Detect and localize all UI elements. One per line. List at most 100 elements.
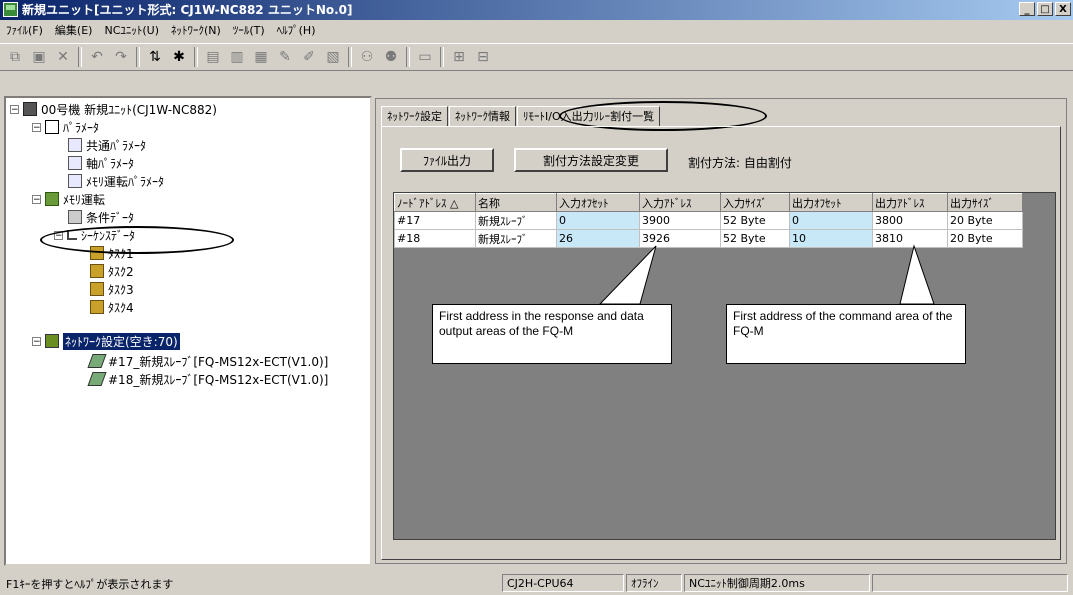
- table-row[interactable]: #18 新規ｽﾚｰﾌﾞ 26 3926 52 Byte 10 3810 20 B…: [394, 229, 1023, 248]
- compare-icon[interactable]: ▦: [252, 48, 270, 66]
- cell-node-address: #18: [394, 229, 476, 248]
- table-row[interactable]: #17 新規ｽﾚｰﾌﾞ 0 3900 52 Byte 0 3800 20 Byt…: [394, 211, 1023, 230]
- col-input-size[interactable]: 入力ｻｲｽﾞ: [720, 193, 790, 212]
- paste-icon[interactable]: ▣: [30, 48, 48, 66]
- cell-name: 新規ｽﾚｰﾌﾞ: [475, 211, 557, 230]
- cell-output-offset[interactable]: 0: [789, 211, 873, 230]
- tree-memory-param[interactable]: ﾒﾓﾘ運転ﾊﾟﾗﾒｰﾀ: [68, 172, 164, 190]
- tree-axis-param[interactable]: 軸ﾊﾟﾗﾒｰﾀ: [68, 154, 134, 172]
- tree-task-label: ﾀｽｸ4: [108, 300, 134, 315]
- slave-icon: [87, 372, 107, 386]
- slave-icon: [87, 354, 107, 368]
- tree-task-3[interactable]: ﾀｽｸ3: [90, 280, 134, 298]
- cell-output-address: 3810: [872, 229, 948, 248]
- upload-icon[interactable]: ▤: [204, 48, 222, 66]
- tree-root-label: 00号機 新規ﾕﾆｯﾄ(CJ1W-NC882): [41, 102, 217, 117]
- collapse-icon[interactable]: −: [32, 194, 41, 204]
- cell-input-size: 52 Byte: [720, 211, 790, 230]
- task-icon: [90, 264, 104, 278]
- network-icon[interactable]: ⊞: [450, 48, 468, 66]
- tree-task-2[interactable]: ﾀｽｸ2: [90, 262, 134, 280]
- maximize-button[interactable]: □: [1037, 2, 1053, 16]
- callout-command-area: First address of the command area of the…: [726, 304, 966, 364]
- delete-icon[interactable]: ✕: [54, 48, 72, 66]
- undo-icon[interactable]: ↶: [88, 48, 106, 66]
- toolbar-separator: [406, 47, 410, 67]
- copy-icon[interactable]: ⧉: [6, 48, 24, 66]
- col-output-size[interactable]: 出力ｻｲｽﾞ: [947, 193, 1023, 212]
- close-button[interactable]: X: [1055, 2, 1071, 16]
- menu-edit[interactable]: 編集(E): [55, 22, 93, 38]
- io-assignment-grid[interactable]: ﾉｰﾄﾞｱﾄﾞﾚｽ △ 名称 入力ｵﾌｾｯﾄ 入力ｱﾄﾞﾚｽ 入力ｻｲｽﾞ 出力…: [393, 192, 1056, 540]
- col-input-offset[interactable]: 入力ｵﾌｾｯﾄ: [556, 193, 640, 212]
- tree-slave-label: #18_新規ｽﾚｰﾌﾞ[FQ-MS12x-ECT(V1.0)]: [108, 372, 329, 387]
- col-name[interactable]: 名称: [475, 193, 557, 212]
- menu-file[interactable]: ﾌｧｲﾙ(F): [6, 22, 43, 38]
- status-cycle: NCﾕﾆｯﾄ制御周期2.0ms: [684, 574, 870, 592]
- read-icon[interactable]: ▧: [324, 48, 342, 66]
- tree-slave-17[interactable]: #17_新規ｽﾚｰﾌﾞ[FQ-MS12x-ECT(V1.0)]: [87, 352, 329, 370]
- menu-network[interactable]: ﾈｯﾄﾜｰｸ(N): [171, 22, 221, 38]
- col-node-address[interactable]: ﾉｰﾄﾞｱﾄﾞﾚｽ △: [394, 193, 476, 212]
- toolbar-separator: [440, 47, 444, 67]
- toolbar-separator: [78, 47, 82, 67]
- cell-node-address: #17: [394, 211, 476, 230]
- transfer-icon[interactable]: ⇅: [146, 48, 164, 66]
- tab-network-info[interactable]: ﾈｯﾄﾜｰｸ情報: [449, 106, 516, 126]
- tree-memory-param-label: ﾒﾓﾘ運転ﾊﾟﾗﾒｰﾀ: [86, 174, 165, 189]
- col-input-address[interactable]: 入力ｱﾄﾞﾚｽ: [639, 193, 721, 212]
- tab-network-settings[interactable]: ﾈｯﾄﾜｰｸ設定: [381, 106, 448, 126]
- tree-cond-data[interactable]: 条件ﾃﾞｰﾀ: [68, 208, 134, 226]
- col-output-offset[interactable]: 出力ｵﾌｾｯﾄ: [789, 193, 873, 212]
- toolbar-separator: [348, 47, 352, 67]
- col-output-address[interactable]: 出力ｱﾄﾞﾚｽ: [872, 193, 948, 212]
- minimize-button[interactable]: _: [1019, 2, 1035, 16]
- tree-memory-op-label: ﾒﾓﾘ運転: [63, 192, 106, 207]
- window-controls: _ □ X: [1019, 2, 1071, 16]
- tree-cond-data-label: 条件ﾃﾞｰﾀ: [86, 210, 135, 225]
- tree-task-label: ﾀｽｸ2: [108, 264, 134, 279]
- toolbar-separator: [136, 47, 140, 67]
- callout-response-text: First address in the response and data o…: [439, 309, 644, 338]
- task-icon: [90, 300, 104, 314]
- tree-memory-op[interactable]: − ﾒﾓﾘ運転: [32, 190, 105, 208]
- cell-output-size: 20 Byte: [947, 229, 1023, 248]
- cell-output-offset[interactable]: 10: [789, 229, 873, 248]
- cell-input-offset[interactable]: 0: [556, 211, 640, 230]
- menu-nc-unit[interactable]: NCﾕﾆｯﾄ(U): [104, 22, 159, 38]
- status-help-text: F1ｷｰを押すとﾍﾙﾌﾟが表示されます: [6, 578, 174, 591]
- memory-operation-icon: [45, 192, 59, 206]
- offline-icon[interactable]: ⚉: [382, 48, 400, 66]
- write-icon[interactable]: ✐: [300, 48, 318, 66]
- tree-param[interactable]: − ﾊﾟﾗﾒｰﾀ: [32, 118, 99, 136]
- project-tree[interactable]: − 00号機 新規ﾕﾆｯﾄ(CJ1W-NC882) − ﾊﾟﾗﾒｰﾀ 共通ﾊﾟﾗ…: [4, 96, 372, 566]
- tree-task-4[interactable]: ﾀｽｸ4: [90, 298, 134, 316]
- cell-input-address: 3926: [639, 229, 721, 248]
- tree-slave-18[interactable]: #18_新規ｽﾚｰﾌﾞ[FQ-MS12x-ECT(V1.0)]: [87, 370, 329, 388]
- file-output-button[interactable]: ﾌｧｲﾙ出力: [400, 148, 494, 172]
- edit-icon[interactable]: ✎: [276, 48, 294, 66]
- menu-help[interactable]: ﾍﾙﾌﾟ(H): [277, 22, 316, 38]
- tree-network[interactable]: − ﾈｯﾄﾜｰｸ設定(空き:70): [32, 332, 180, 350]
- monitor-icon[interactable]: ▭: [416, 48, 434, 66]
- download-icon[interactable]: ▥: [228, 48, 246, 66]
- collapse-icon[interactable]: −: [10, 104, 19, 114]
- document-icon: [68, 156, 82, 170]
- callout-response-area: First address in the response and data o…: [432, 304, 672, 364]
- cell-input-offset[interactable]: 26: [556, 229, 640, 248]
- menu-tools[interactable]: ﾂｰﾙ(T): [233, 22, 265, 38]
- settings-icon[interactable]: ✱: [170, 48, 188, 66]
- document-icon: [68, 138, 82, 152]
- cell-input-address: 3900: [639, 211, 721, 230]
- tree-slave-label: #17_新規ｽﾚｰﾌﾞ[FQ-MS12x-ECT(V1.0)]: [108, 354, 329, 369]
- collapse-icon[interactable]: −: [32, 336, 41, 346]
- tree-axis-param-label: 軸ﾊﾟﾗﾒｰﾀ: [86, 156, 135, 171]
- tree-common-param[interactable]: 共通ﾊﾟﾗﾒｰﾀ: [68, 136, 146, 154]
- device-icon[interactable]: ⊟: [474, 48, 492, 66]
- change-assign-method-button[interactable]: 割付方法設定変更: [514, 148, 668, 172]
- online-icon[interactable]: ⚇: [358, 48, 376, 66]
- tree-root[interactable]: − 00号機 新規ﾕﾆｯﾄ(CJ1W-NC882): [10, 100, 217, 118]
- tree-task-label: ﾀｽｸ3: [108, 282, 134, 297]
- redo-icon[interactable]: ↷: [112, 48, 130, 66]
- collapse-icon[interactable]: −: [32, 122, 41, 132]
